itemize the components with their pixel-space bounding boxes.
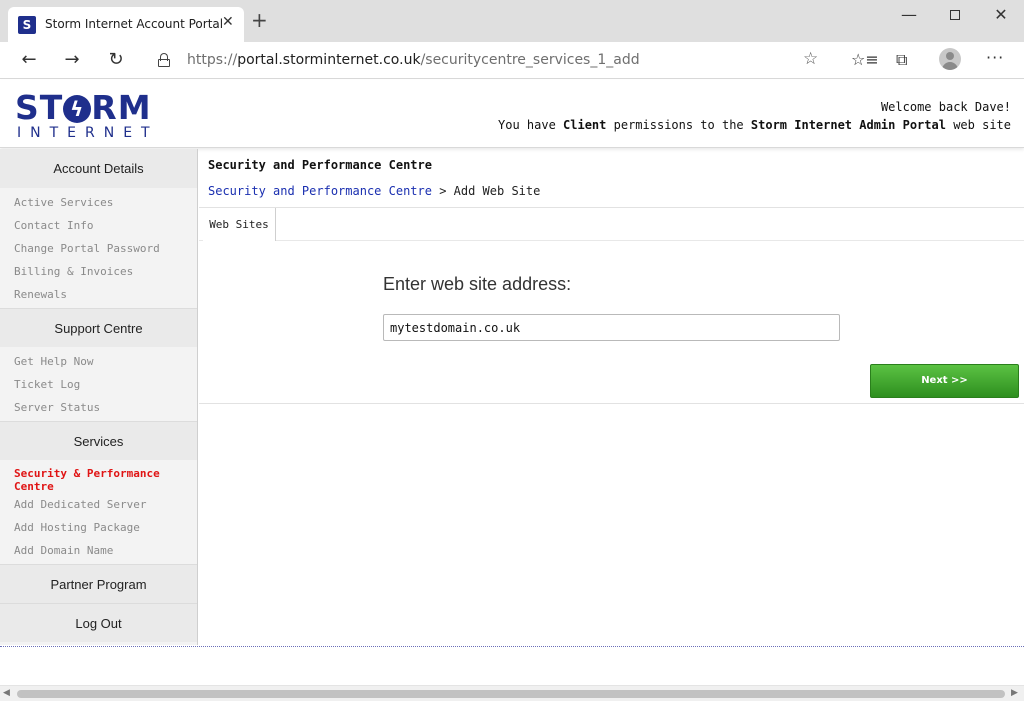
logo-prefix: ST bbox=[15, 88, 64, 127]
breadcrumb-link-security-centre[interactable]: Security and Performance Centre bbox=[208, 184, 432, 198]
url-scheme: https:// bbox=[187, 52, 238, 68]
logo-subtitle: INTERNET bbox=[17, 125, 159, 141]
perm-text-2: permissions to the bbox=[606, 118, 751, 132]
url-path: /securitycentre_services_1_add bbox=[420, 52, 640, 68]
logo-suffix: RM bbox=[91, 88, 152, 127]
sidebar-item-ticket-log[interactable]: Ticket Log bbox=[0, 373, 197, 396]
sidebar-account-details-heading[interactable]: Account Details bbox=[0, 149, 197, 188]
close-window-button[interactable]: ✕ bbox=[978, 4, 1024, 28]
browser-titlebar: S Storm Internet Account Portal ✕ + — ✕ bbox=[0, 0, 1024, 42]
sidebar: Account Details Active Services Contact … bbox=[0, 149, 198, 645]
sidebar-item-renewals[interactable]: Renewals bbox=[0, 283, 197, 306]
tab-close-icon[interactable]: ✕ bbox=[222, 14, 234, 30]
sidebar-item-add-domain-name[interactable]: Add Domain Name bbox=[0, 539, 197, 562]
favorite-star-icon[interactable]: ☆ bbox=[803, 49, 818, 69]
sidebar-log-out[interactable]: Log Out bbox=[0, 603, 197, 642]
sidebar-item-server-status[interactable]: Server Status bbox=[0, 396, 197, 419]
storm-internet-logo[interactable]: ST ϟ RM INTERNET bbox=[15, 91, 160, 142]
content-tabs: Web Sites bbox=[199, 207, 1024, 241]
breadcrumb-current: Add Web Site bbox=[453, 184, 541, 198]
profile-avatar-icon[interactable] bbox=[939, 48, 961, 70]
lock-icon[interactable] bbox=[158, 53, 170, 67]
footer-divider bbox=[0, 646, 1024, 647]
sidebar-item-add-hosting-package[interactable]: Add Hosting Package bbox=[0, 516, 197, 539]
sidebar-item-billing-invoices[interactable]: Billing & Invoices bbox=[0, 260, 197, 283]
sidebar-item-change-password[interactable]: Change Portal Password bbox=[0, 237, 197, 260]
scrollbar-thumb[interactable] bbox=[17, 690, 1005, 698]
tab-web-sites[interactable]: Web Sites bbox=[203, 208, 276, 241]
sidebar-services-heading[interactable]: Services bbox=[0, 421, 197, 460]
browser-toolbar: ← → ↻ https://portal.storminternet.co.uk… bbox=[0, 42, 1024, 79]
more-menu-icon[interactable]: ··· bbox=[986, 48, 1004, 67]
scroll-right-icon[interactable]: ▶ bbox=[1011, 688, 1018, 698]
account-details-menu: Active Services Contact Info Change Port… bbox=[0, 188, 197, 308]
support-centre-menu: Get Help Now Ticket Log Server Status bbox=[0, 347, 197, 421]
logo-wordmark: ST ϟ RM bbox=[15, 91, 152, 125]
perm-portal: Storm Internet Admin Portal bbox=[750, 118, 946, 132]
breadcrumb: Security and Performance Centre > Add We… bbox=[208, 184, 540, 198]
sidebar-item-security-performance-centre[interactable]: Security & Performance Centre bbox=[0, 463, 197, 493]
main-content: Security and Performance Centre Security… bbox=[199, 149, 1024, 645]
reload-button[interactable]: ↻ bbox=[102, 48, 130, 72]
url-text[interactable]: https://portal.storminternet.co.uk/secur… bbox=[187, 52, 640, 68]
address-bar[interactable]: https://portal.storminternet.co.uk/secur… bbox=[143, 46, 835, 75]
forward-button[interactable]: → bbox=[58, 48, 86, 72]
new-tab-icon[interactable]: + bbox=[251, 10, 268, 30]
sidebar-partner-program[interactable]: Partner Program bbox=[0, 564, 197, 603]
sidebar-item-contact-info[interactable]: Contact Info bbox=[0, 214, 197, 237]
maximize-icon bbox=[950, 10, 960, 20]
sidebar-support-centre-heading[interactable]: Support Centre bbox=[0, 308, 197, 347]
site-header: ST ϟ RM INTERNET Welcome back Dave! You ha… bbox=[0, 80, 1024, 148]
perm-text-3: web site bbox=[945, 118, 1011, 132]
welcome-message: Welcome back Dave! You have Client permi… bbox=[498, 98, 1011, 134]
sidebar-item-add-dedicated-server[interactable]: Add Dedicated Server bbox=[0, 493, 197, 516]
tab-title: Storm Internet Account Portal bbox=[45, 17, 224, 31]
perm-role: Client bbox=[563, 118, 607, 132]
maximize-window-button[interactable] bbox=[932, 4, 978, 28]
url-host: portal.storminternet.co.uk bbox=[237, 52, 421, 68]
scroll-left-icon[interactable]: ◀ bbox=[3, 688, 10, 698]
sidebar-item-get-help-now[interactable]: Get Help Now bbox=[0, 350, 197, 373]
welcome-line: Welcome back Dave! bbox=[880, 100, 1011, 114]
browser-tab[interactable]: S Storm Internet Account Portal ✕ bbox=[8, 7, 244, 42]
add-website-form: Enter web site address: Next >> bbox=[199, 241, 1024, 404]
back-button[interactable]: ← bbox=[15, 48, 43, 72]
perm-text-1: You have bbox=[498, 118, 564, 132]
collections-icon[interactable]: ⧉ bbox=[896, 50, 907, 70]
breadcrumb-separator: > bbox=[431, 184, 454, 198]
lightning-bolt-icon: ϟ bbox=[63, 95, 92, 123]
sidebar-item-active-services[interactable]: Active Services bbox=[0, 191, 197, 214]
page-title: Security and Performance Centre bbox=[208, 158, 432, 172]
next-button[interactable]: Next >> bbox=[870, 364, 1019, 398]
website-address-label: Enter web site address: bbox=[383, 274, 572, 294]
web-page: ST ϟ RM INTERNET Welcome back Dave! You ha… bbox=[0, 80, 1024, 685]
horizontal-scrollbar[interactable]: ◀ ▶ bbox=[0, 685, 1024, 701]
storm-favicon-icon: S bbox=[18, 16, 36, 34]
minimize-window-button[interactable]: — bbox=[886, 4, 932, 28]
services-menu: Security & Performance Centre Add Dedica… bbox=[0, 460, 197, 564]
permissions-line: You have Client permissions to the Storm… bbox=[498, 116, 1011, 134]
website-address-input[interactable] bbox=[383, 314, 840, 341]
favorites-list-icon[interactable]: ☆≡ bbox=[851, 50, 879, 69]
